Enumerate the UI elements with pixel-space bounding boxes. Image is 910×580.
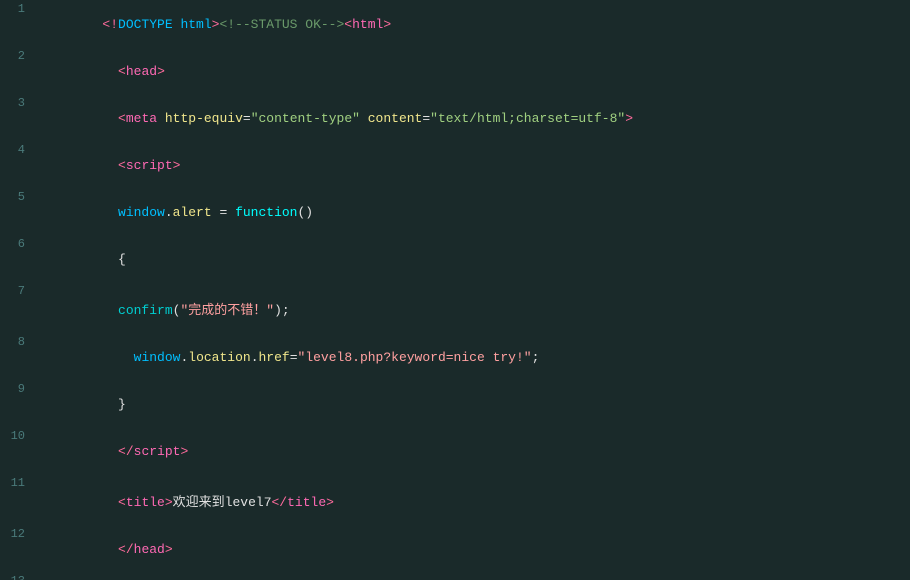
line-number: 8 [0,333,35,380]
line-content: <!DOCTYPE html><!--STATUS OK--><html> [35,0,910,47]
line-number: 13 [0,572,35,580]
code-line-7: 7 confirm("完成的不错！"); [0,282,910,333]
line-number: 5 [0,188,35,235]
line-content: <script> [35,141,910,188]
code-line-1: 1 <!DOCTYPE html><!--STATUS OK--><html> [0,0,910,47]
line-content: <head> [35,47,910,94]
code-line-3: 3 <meta http-equiv="content-type" conten… [0,94,910,141]
line-number: 12 [0,525,35,572]
code-line-5: 5 window.alert = function() [0,188,910,235]
code-line-6: 6 { [0,235,910,282]
line-content: window.location.href="level8.php?keyword… [35,333,910,380]
line-number: 6 [0,235,35,282]
code-line-8: 8 window.location.href="level8.php?keywo… [0,333,910,380]
line-content: <title>欢迎来到level7</title> [35,474,910,525]
line-number: 1 [0,0,35,47]
line-content: } [35,380,910,427]
line-content: confirm("完成的不错！"); [35,282,910,333]
line-content: </script> [35,427,910,474]
line-content: window.alert = function() [35,188,910,235]
line-number: 4 [0,141,35,188]
line-number: 9 [0,380,35,427]
code-line-10: 10 </script> [0,427,910,474]
line-content: <meta http-equiv="content-type" content=… [35,94,910,141]
code-line-2: 2 <head> [0,47,910,94]
line-number: 10 [0,427,35,474]
code-editor: 1 <!DOCTYPE html><!--STATUS OK--><html> … [0,0,910,580]
line-content: </head> [35,525,910,572]
line-number: 11 [0,474,35,525]
line-content: { [35,235,910,282]
code-line-13: 13 <body> [0,572,910,580]
code-line-4: 4 <script> [0,141,910,188]
code-line-9: 9 } [0,380,910,427]
code-line-11: 11 <title>欢迎来到level7</title> [0,474,910,525]
line-number: 2 [0,47,35,94]
code-line-12: 12 </head> [0,525,910,572]
line-number: 3 [0,94,35,141]
line-number: 7 [0,282,35,333]
line-content: <body> [35,572,910,580]
